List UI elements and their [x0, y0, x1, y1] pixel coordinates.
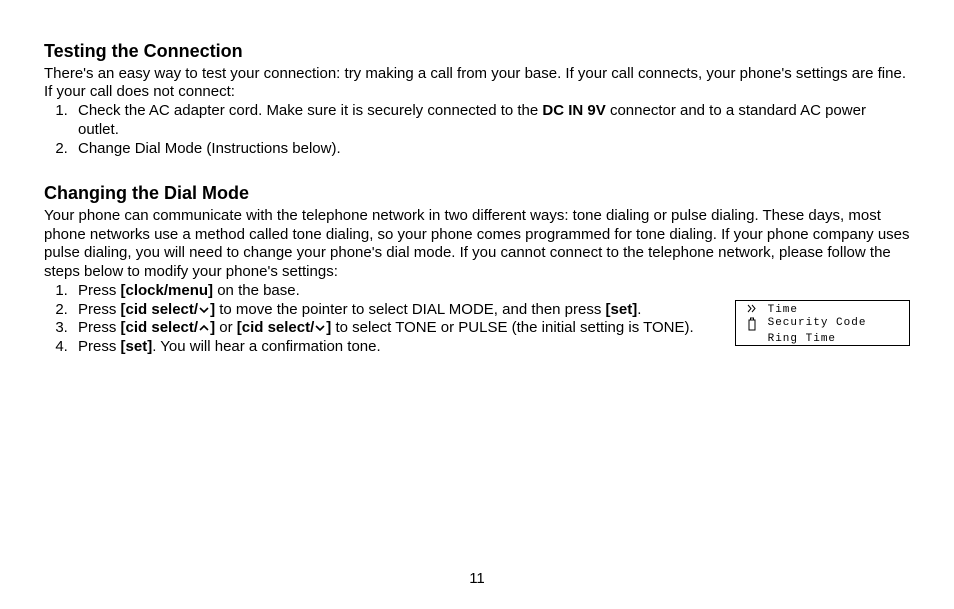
- text: Check the AC adapter cord. Make sure it …: [78, 102, 542, 119]
- text: Change Dial Mode (Instructions below).: [78, 140, 341, 157]
- text: Press: [78, 301, 121, 318]
- bold-text: [set]: [606, 301, 638, 318]
- step-item: Change Dial Mode (Instructions below).: [72, 140, 910, 159]
- text: Press: [78, 282, 121, 299]
- battery-icon: [744, 317, 760, 333]
- page-number: 11: [0, 570, 954, 589]
- bold-text: [clock/menu]: [121, 282, 214, 299]
- bold-text: [cid select/: [121, 301, 199, 318]
- document-page: Testing the Connection There's an easy w…: [0, 0, 954, 609]
- pointer-icon: [744, 304, 760, 317]
- intro-dialmode: Your phone can communicate with the tele…: [44, 207, 910, 282]
- lcd-line: Time: [744, 304, 903, 317]
- text: Press: [78, 338, 121, 355]
- heading-dialmode: Changing the Dial Mode: [44, 182, 910, 205]
- step-item: Press [clock/menu] on the base.: [72, 282, 813, 301]
- step-item: Press [cid select/] to move the pointer …: [72, 301, 813, 320]
- step-item: Check the AC adapter cord. Make sure it …: [72, 102, 910, 140]
- section-testing-connection: Testing the Connection There's an easy w…: [44, 40, 910, 158]
- bold-text: DC IN 9V: [542, 102, 605, 119]
- lcd-display: Time Security Code Ring Time: [735, 300, 910, 346]
- text: . You will hear a confirmation tone.: [152, 338, 380, 355]
- bold-text: [set]: [121, 338, 153, 355]
- text: to select TONE or PULSE (the initial set…: [331, 319, 693, 336]
- text: Press: [78, 319, 121, 336]
- intro-testing: There's an easy way to test your connect…: [44, 65, 910, 103]
- text: to move the pointer to select DIAL MODE,…: [215, 301, 605, 318]
- bold-text: [cid select/: [237, 319, 315, 336]
- text: on the base.: [213, 282, 300, 299]
- chevron-down-icon: [314, 319, 326, 336]
- chevron-up-icon: [198, 319, 210, 336]
- text: .: [637, 301, 641, 318]
- bold-text: [cid select/: [121, 319, 199, 336]
- lcd-line: Ring Time: [744, 333, 903, 345]
- lcd-text: Time: [768, 304, 798, 316]
- lcd-line: Security Code: [744, 317, 903, 333]
- chevron-down-icon: [198, 301, 210, 318]
- text: or: [215, 319, 237, 336]
- lcd-text: Security Code: [768, 317, 867, 329]
- spacer-icon: [744, 333, 760, 345]
- steps-testing: Check the AC adapter cord. Make sure it …: [44, 102, 910, 158]
- heading-testing: Testing the Connection: [44, 40, 910, 63]
- lcd-text: Ring Time: [768, 333, 836, 345]
